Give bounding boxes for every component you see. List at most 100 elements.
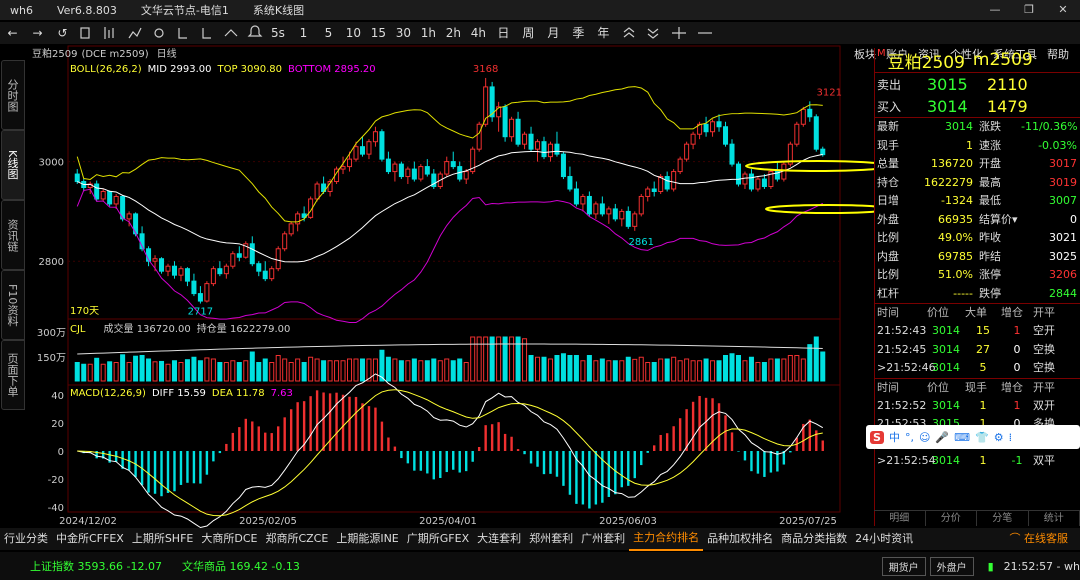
period-week[interactable]: 周 [516,22,541,44]
period-5m[interactable]: 5 [316,22,341,44]
sogou-logo-icon[interactable]: S [870,430,884,444]
category-tab[interactable]: 商品分类指数 [777,528,851,550]
price-tick-label: 3000 [39,158,64,169]
period-1m[interactable]: 1 [291,22,316,44]
highlight-ellipse [745,160,874,172]
candle-body [288,223,294,235]
stat-label: 最新 [877,120,899,133]
stat-value: -1324 [941,194,973,207]
tab-f10[interactable]: F10资料 [1,270,25,340]
bid-row[interactable]: 买入 3014 1479 [875,95,1080,117]
category-tab[interactable]: 大连套利 [473,528,525,550]
candle-body [126,213,132,220]
volume-bar [431,358,437,382]
period-2h[interactable]: 2h [441,22,466,44]
candle-body [619,210,625,220]
category-tab[interactable]: 行业分类 [0,528,52,550]
candle-body [560,153,566,178]
plus-icon [671,27,686,39]
ime-item-icon[interactable]: ⌨ [954,431,970,444]
period-quarter[interactable]: 季 [566,22,591,44]
forward-arrow-icon[interactable]: → [25,22,50,44]
period-year[interactable]: 年 [591,22,616,44]
volume-bar [269,362,275,382]
ime-item-icon[interactable]: 中 [889,429,900,445]
stat-value: ----- [953,286,973,300]
macd-legend: MACD(12,26,9) DIFF 15.59 DEA 11.78 7.63 [70,388,293,399]
stat-label: 总量 [877,157,899,170]
tick-col-header: 价位 [927,306,949,319]
chevron-up-icon [623,27,635,38]
category-tab[interactable]: 郑商所CZCE [261,528,332,550]
quote-tab[interactable]: 统计 [1029,511,1080,526]
signal-icon: ▮ [987,559,994,573]
tick-cell: 0 [1013,342,1021,356]
minimize-button[interactable]: — [978,0,1012,20]
quote-tab[interactable]: 分笔 [977,511,1029,526]
candle-body [107,190,113,205]
period-15m[interactable]: 15 [366,22,391,44]
candle-body [178,268,184,276]
quote-tab[interactable]: 明细 [874,511,926,526]
ime-item-icon[interactable]: 🎤 [935,431,949,444]
futures-account-button[interactable]: 期货户 [881,556,926,576]
category-tab[interactable]: 广州套利 [577,528,629,550]
category-tab[interactable]: 大商所DCE [197,528,261,550]
ime-item-icon[interactable]: ☺ [919,431,930,444]
category-tab[interactable]: 郑州套利 [525,528,577,550]
candle-body [398,163,404,178]
close-button[interactable]: ✕ [1046,0,1080,20]
period-10m[interactable]: 10 [341,22,366,44]
category-tab[interactable]: 主力合约排名 [629,527,704,551]
foreign-account-button[interactable]: 外盘户 [929,556,974,576]
back-arrow-icon[interactable]: ← [0,22,25,44]
category-tab[interactable]: 上期能源INE [332,528,402,550]
candle-body [580,195,586,205]
category-tab[interactable]: 品种加权排名 [703,528,777,550]
tick-cell: 空换 [1033,342,1055,356]
stat-value: 2844 [1049,286,1077,300]
period-5s[interactable]: 5s [265,22,291,44]
chevron-icons[interactable] [616,22,726,44]
period-30m[interactable]: 30 [391,22,416,44]
ask-row[interactable]: 卖出 3015 2110 [875,73,1080,95]
ime-item-icon[interactable]: 👕 [975,431,989,444]
tick-row: >21:52:46 3014 5 0 空换 [875,359,1080,378]
refresh-icon[interactable]: ↺ [50,22,75,44]
kline-chart[interactable]: 豆粕2509 (DCE m2509) 日线 BOLL(26,26,2) MID 2993… [28,44,874,528]
candle-body [638,195,644,215]
maximize-button[interactable]: ❐ [1012,0,1046,20]
category-tab[interactable]: 广期所GFEX [403,528,473,550]
tab-intraday[interactable]: 分时图 [1,60,25,130]
category-tab[interactable]: 上期所SHFE [128,528,198,550]
ime-item-icon[interactable]: °, [905,431,914,444]
tick-cell: 1 [1013,324,1021,337]
tab-order[interactable]: 页面下单 [1,340,25,410]
date-tick-label: 2025/07/25 [779,516,837,527]
category-tab[interactable]: 24小时资讯 [851,528,917,550]
period-1h[interactable]: 1h [416,22,441,44]
stat-label[interactable]: 结算价▾ [977,211,1021,230]
volume-bar [470,336,476,382]
tab-news-chain[interactable]: 资讯链 [1,200,25,270]
tick-cell: 5 [979,361,987,374]
stat-value: 136720 [931,157,973,170]
candle-body [586,195,592,215]
online-service-button[interactable]: ⌒ 在线客服 [1006,528,1073,550]
ime-item-icon[interactable]: ⚙ [994,431,1004,444]
tick-cell: 15 [976,324,990,337]
volume-bar [295,358,301,382]
candle-body [599,203,605,215]
tick-row: >21:52:54 3014 1 -1 双平 [875,452,1080,471]
ime-item-icon[interactable]: ⁞ [1009,431,1013,444]
period-month[interactable]: 月 [541,22,566,44]
tab-kline[interactable]: K线图 [1,130,25,200]
server-node[interactable]: 文华云节点-电信1 [141,2,229,18]
boll-mid-line [77,150,823,263]
period-4h[interactable]: 4h [466,22,491,44]
period-day[interactable]: 日 [491,22,516,44]
ime-toolbar[interactable]: S 中 °, ☺ 🎤 ⌨ 👕 ⚙ ⁞ [866,425,1080,449]
category-tab[interactable]: 中金所CFFEX [52,528,128,550]
quote-tab[interactable]: 分价 [926,511,977,526]
chart-tool-icons[interactable] [75,22,265,44]
